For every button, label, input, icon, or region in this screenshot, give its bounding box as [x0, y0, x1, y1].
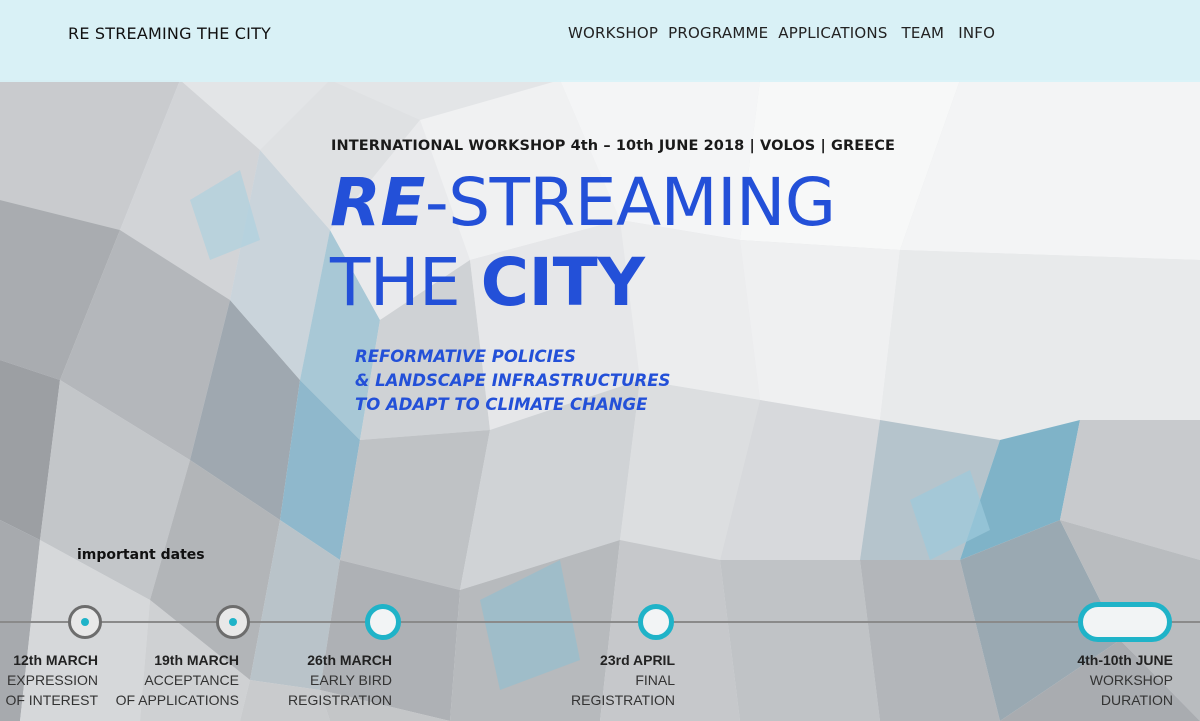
hero-title-line-1: RE-STREAMING: [330, 170, 836, 236]
timeline-node-workshop[interactable]: [1078, 602, 1172, 642]
event-label: REGISTRATION: [571, 692, 675, 708]
event-label: ACCEPTANCE: [144, 672, 239, 688]
tagline-line: & LANDSCAPE INFRASTRUCTURES: [355, 371, 671, 390]
timeline-node-upcoming[interactable]: [365, 604, 401, 640]
event-date: 19th MARCH: [154, 652, 239, 668]
event-label: REGISTRATION: [288, 692, 392, 708]
timeline-event: 23rd APRIL FINAL REGISTRATION: [571, 650, 675, 710]
event-label: EARLY BIRD: [310, 672, 392, 688]
hero-title-re: RE: [330, 164, 425, 241]
timeline-event: 4th-10th JUNE WORKSHOP DURATION: [1077, 650, 1173, 710]
timeline-event: 19th MARCH ACCEPTANCE OF APPLICATIONS: [116, 650, 239, 710]
nav-workshop[interactable]: WORKSHOP: [568, 24, 658, 42]
hero-title-the: THE: [330, 244, 481, 321]
event-date: 12th MARCH: [13, 652, 98, 668]
event-label: FINAL: [635, 672, 675, 688]
site-brand-link[interactable]: RE STREAMING THE CITY: [68, 24, 271, 43]
dot-icon: [81, 618, 89, 626]
tagline-line: TO ADAPT TO CLIMATE CHANGE: [355, 395, 648, 414]
hero-title-line-2: THE CITY: [330, 250, 645, 316]
important-dates-heading: important dates: [77, 547, 205, 563]
event-label: WORKSHOP: [1089, 672, 1173, 688]
top-header: RE STREAMING THE CITY WORKSHOP PROGRAMME…: [0, 0, 1200, 82]
event-info-line: INTERNATIONAL WORKSHOP 4th – 10th JUNE 2…: [331, 138, 896, 154]
dot-icon: [229, 618, 237, 626]
nav-programme[interactable]: PROGRAMME: [668, 24, 768, 42]
hero-title-city: CITY: [480, 244, 645, 321]
nav-applications[interactable]: APPLICATIONS: [778, 24, 887, 42]
nav-team[interactable]: TEAM: [902, 24, 945, 42]
timeline-node-past[interactable]: [216, 605, 250, 639]
tagline-line: REFORMATIVE POLICIES: [355, 347, 576, 366]
event-label: OF APPLICATIONS: [115, 692, 239, 708]
event-date: 26th MARCH: [307, 652, 392, 668]
nav-info[interactable]: INFO: [958, 24, 995, 42]
timeline-event: 26th MARCH EARLY BIRD REGISTRATION: [288, 650, 392, 710]
timeline-node-upcoming[interactable]: [638, 604, 674, 640]
hero-tagline: REFORMATIVE POLICIES & LANDSCAPE INFRAST…: [355, 345, 670, 417]
hero-title-streaming: -STREAMING: [424, 164, 836, 241]
timeline-event: 12th MARCH EXPRESSION OF INTEREST: [5, 650, 98, 710]
event-label: EXPRESSION: [6, 672, 98, 688]
event-label: OF INTEREST: [5, 692, 98, 708]
event-date: 23rd APRIL: [600, 652, 675, 668]
main-nav: WORKSHOP PROGRAMME APPLICATIONS TEAM INF…: [568, 24, 1005, 42]
timeline-node-past[interactable]: [68, 605, 102, 639]
event-date: 4th-10th JUNE: [1077, 652, 1173, 668]
timeline-line: [0, 621, 1200, 623]
page: RE STREAMING THE CITY WORKSHOP PROGRAMME…: [0, 0, 1200, 721]
event-label: DURATION: [1100, 692, 1173, 708]
